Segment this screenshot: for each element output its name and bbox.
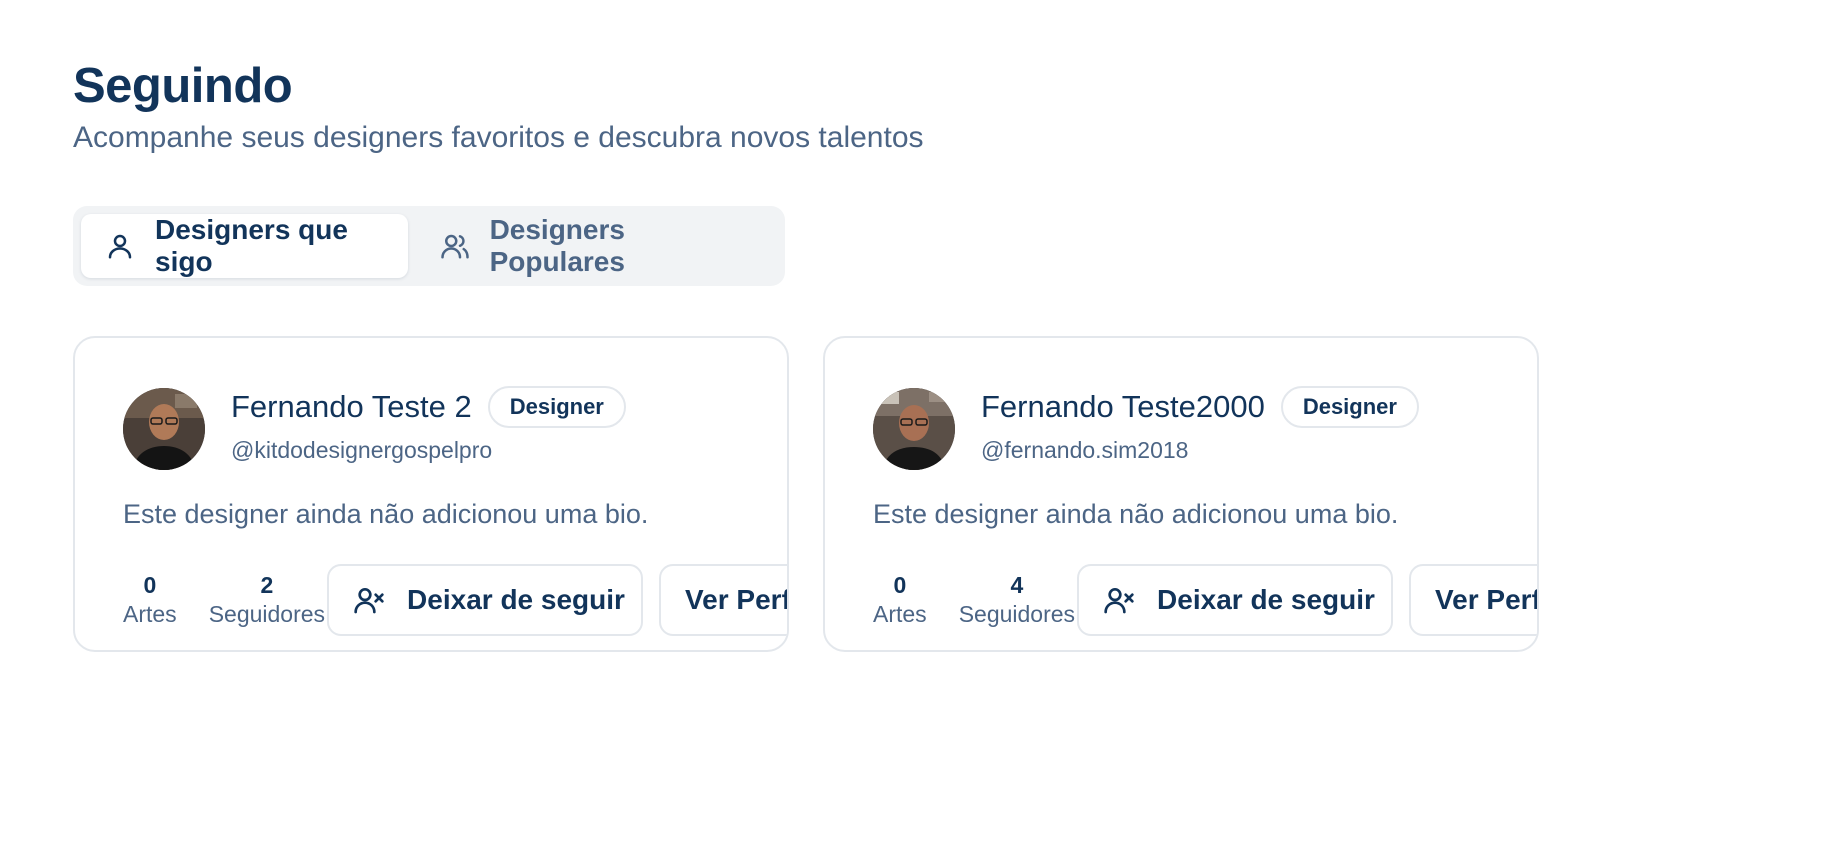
designer-handle: @fernando.sim2018 — [981, 437, 1189, 463]
followers-stat: 2 Seguidores — [209, 571, 325, 629]
tab-bar: Designers que sigo Designers Populares — [73, 206, 785, 286]
designer-card-header: Fernando Teste 2 Designer @kitdodesigner… — [123, 386, 787, 470]
view-profile-label: Ver Perfil — [685, 584, 787, 615]
user-icon — [105, 231, 135, 261]
designer-card-footer: 0 Artes 2 Seguidores Deixar de seguir Ve… — [123, 564, 787, 636]
avatar[interactable] — [123, 388, 205, 470]
artworks-count: 0 — [893, 572, 907, 598]
name-row: Fernando Teste 2 Designer — [231, 386, 626, 428]
artworks-label: Artes — [873, 601, 927, 627]
artworks-label: Artes — [123, 601, 177, 627]
user-x-icon — [353, 584, 385, 616]
designer-identity: Fernando Teste2000 Designer @fernando.si… — [981, 386, 1419, 464]
designer-bio: Este designer ainda não adicionou uma bi… — [873, 499, 1399, 529]
designer-card-footer: 0 Artes 4 Seguidores Deixar de seguir Ve… — [873, 564, 1537, 636]
designer-name[interactable]: Fernando Teste 2 — [231, 386, 472, 428]
view-profile-label: Ver Perfil — [1435, 584, 1537, 615]
view-profile-button[interactable]: Ver Perfil — [659, 564, 787, 636]
view-profile-button[interactable]: Ver Perfil — [1409, 564, 1537, 636]
page-subtitle: Acompanhe seus designers favoritos e des… — [73, 121, 924, 154]
following-page: Seguindo Acompanhe seus designers favori… — [0, 0, 1836, 868]
artworks-stat: 0 Artes — [123, 571, 177, 629]
users-icon — [440, 231, 470, 261]
page-title: Seguindo — [73, 59, 293, 113]
designer-name[interactable]: Fernando Teste2000 — [981, 386, 1265, 428]
followers-label: Seguidores — [208, 601, 326, 627]
role-badge: Designer — [487, 386, 626, 428]
followers-count: 4 — [1010, 572, 1024, 598]
followers-count: 2 — [260, 572, 274, 598]
unfollow-button[interactable]: Deixar de seguir — [327, 564, 644, 636]
tab-designers-i-follow[interactable]: Designers que sigo — [81, 214, 408, 278]
designer-handle: @kitdodesignergospelpro — [231, 437, 493, 463]
unfollow-label: Deixar de seguir — [407, 584, 625, 615]
user-x-icon — [1103, 584, 1135, 616]
followers-stat: 4 Seguidores — [959, 571, 1075, 629]
name-row: Fernando Teste2000 Designer — [981, 386, 1419, 428]
role-badge: Designer — [1280, 386, 1419, 428]
designer-bio: Este designer ainda não adicionou uma bi… — [123, 499, 649, 529]
tab-label: Designers Populares — [489, 214, 625, 277]
designer-identity: Fernando Teste 2 Designer @kitdodesigner… — [231, 386, 626, 464]
artworks-count: 0 — [143, 572, 157, 598]
artworks-stat: 0 Artes — [873, 571, 927, 629]
unfollow-label: Deixar de seguir — [1157, 584, 1375, 615]
designer-card: Fernando Teste2000 Designer @fernando.si… — [823, 336, 1539, 652]
unfollow-button[interactable]: Deixar de seguir — [1077, 564, 1394, 636]
designer-card-list: Fernando Teste 2 Designer @kitdodesigner… — [73, 336, 1836, 652]
tab-label: Designers que sigo — [155, 214, 348, 277]
designer-card: Fernando Teste 2 Designer @kitdodesigner… — [73, 336, 789, 652]
tab-popular-designers[interactable]: Designers Populares — [416, 214, 777, 278]
designer-card-header: Fernando Teste2000 Designer @fernando.si… — [873, 386, 1537, 470]
avatar[interactable] — [873, 388, 955, 470]
followers-label: Seguidores — [958, 601, 1076, 627]
